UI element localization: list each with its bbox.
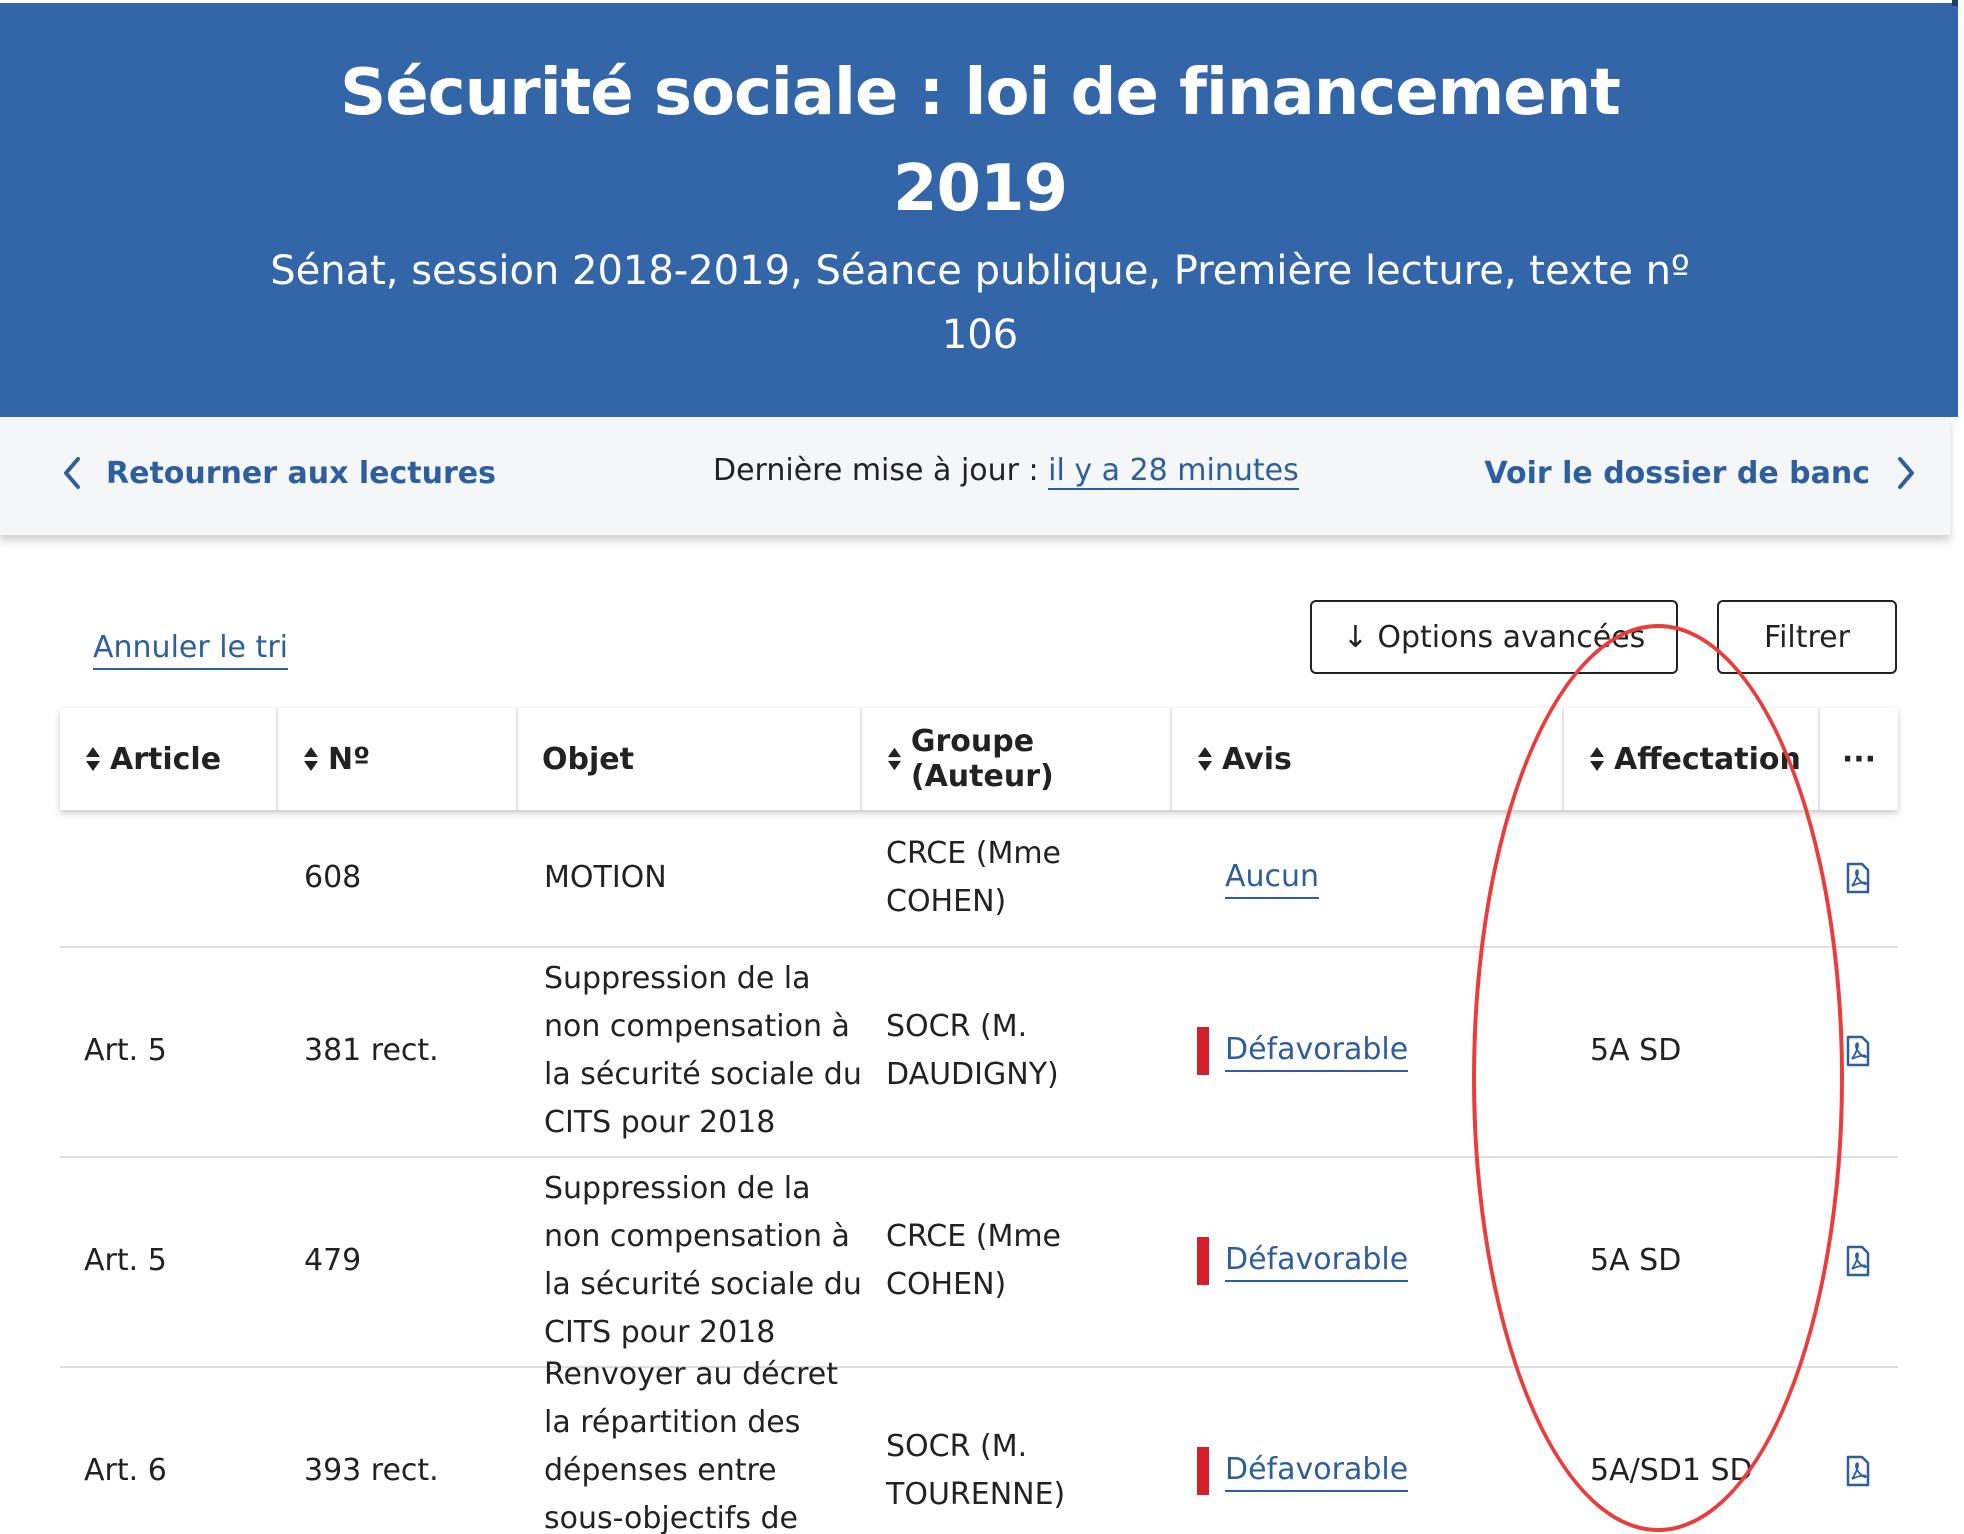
column-header-groupe[interactable]: Groupe (Auteur) [862, 708, 1172, 810]
back-to-readings-link[interactable]: Retourner aux lectures [58, 453, 496, 493]
cell-objet: Suppression de la non compensation à la … [544, 961, 862, 1140]
pdf-icon[interactable] [1845, 1035, 1871, 1067]
column-menu-button[interactable]: ··· [1820, 708, 1898, 810]
avis-link[interactable]: Défavorable [1225, 1030, 1409, 1072]
nav-bar: Retourner aux lectures Dernière mise à j… [0, 417, 1950, 535]
column-label: Avis [1222, 741, 1292, 777]
table-row: Art. 5 479 Suppression de la non compens… [60, 1156, 1898, 1368]
avis-link[interactable]: Défavorable [1225, 1240, 1409, 1282]
chevron-right-icon [1898, 457, 1914, 489]
cell-objet: Renvoyer au décret la répartition des dé… [544, 1357, 838, 1534]
cell-objet: MOTION [544, 860, 667, 895]
cell-groupe: SOCR (M. TOURENNE) [886, 1429, 1066, 1512]
cell-pdf [1845, 1156, 1885, 1366]
cell-groupe: CRCE (Mme COHEN) [886, 1219, 1062, 1302]
column-label: Objet [542, 741, 634, 777]
table-header: Article Nº Objet Groupe (Auteur) Avis Af… [60, 708, 1898, 810]
chevron-left-icon [64, 457, 80, 489]
cell-avis: Défavorable [1197, 946, 1537, 1156]
avis-marker [1197, 1447, 1209, 1495]
cell-numero: 393 rect. [304, 1453, 439, 1488]
cell-objet: Suppression de la non compensation à la … [544, 1171, 862, 1350]
cell-numero: 479 [304, 1243, 362, 1278]
cell-avis: Défavorable [1197, 1366, 1537, 1534]
page-header: Sécurité sociale : loi de financement 20… [0, 3, 1958, 417]
pdf-icon[interactable] [1845, 862, 1871, 894]
dossier-label: Voir le dossier de banc [1484, 455, 1870, 491]
avis-link[interactable]: Aucun [1225, 857, 1320, 899]
advanced-options-button[interactable]: ↓ Options avancées [1310, 600, 1678, 674]
column-header-article[interactable]: Article [60, 708, 278, 810]
corner-dot [1952, 0, 1958, 6]
last-update: Dernière mise à jour : il y a 28 minutes [713, 453, 1299, 490]
cell-article: Art. 6 [84, 1453, 167, 1488]
column-label: Nº [328, 741, 371, 777]
cell-affectation: 5A SD [1590, 1033, 1682, 1068]
table-row: Art. 5 381 rect. Suppression de la non c… [60, 946, 1898, 1158]
column-header-objet: Objet [518, 708, 862, 810]
view-dossier-link[interactable]: Voir le dossier de banc [1484, 453, 1920, 493]
table-row: Art. 6 393 rect. Renvoyer au décret la r… [60, 1357, 1898, 1534]
sort-icon [1590, 747, 1604, 771]
filter-button[interactable]: Filtrer [1717, 600, 1897, 674]
cell-article: Art. 5 [84, 1243, 167, 1278]
avis-link[interactable]: Défavorable [1225, 1450, 1409, 1492]
page: Sécurité sociale : loi de financement 20… [0, 0, 1958, 1534]
cell-pdf [1845, 810, 1885, 946]
sort-icon [1198, 747, 1212, 771]
pdf-icon[interactable] [1845, 1245, 1871, 1277]
avis-marker [1197, 1027, 1209, 1075]
cell-pdf [1845, 1366, 1885, 1534]
table-row: 608 MOTION CRCE (Mme COHEN) Aucun [60, 810, 1898, 948]
column-header-affectation[interactable]: Affectation [1564, 708, 1820, 810]
cell-avis: Aucun [1225, 810, 1545, 946]
cell-numero: 608 [304, 860, 362, 895]
column-label: Article [110, 741, 222, 777]
cell-pdf [1845, 946, 1885, 1156]
cell-affectation [1590, 810, 1810, 946]
cell-groupe: CRCE (Mme COHEN) [886, 836, 1062, 919]
last-update-link[interactable]: il y a 28 minutes [1048, 453, 1299, 490]
last-update-prefix: Dernière mise à jour : [713, 453, 1049, 488]
cell-affectation: 5A/SD1 SD [1590, 1453, 1753, 1488]
cell-article [84, 810, 274, 946]
cell-avis: Défavorable [1197, 1156, 1537, 1366]
pdf-icon[interactable] [1845, 1455, 1871, 1487]
column-label: Affectation [1614, 741, 1801, 777]
column-header-numero[interactable]: Nº [278, 708, 518, 810]
back-label: Retourner aux lectures [106, 455, 496, 491]
cell-numero: 381 rect. [304, 1033, 439, 1068]
sort-icon [304, 747, 318, 771]
column-header-avis[interactable]: Avis [1172, 708, 1564, 810]
avis-marker [1197, 1237, 1209, 1285]
cancel-sort-link[interactable]: Annuler le tri [93, 628, 288, 670]
page-subtitle: Sénat, session 2018-2019, Séance publiqu… [270, 248, 1690, 358]
sort-icon [86, 747, 100, 771]
cell-affectation: 5A SD [1590, 1243, 1682, 1278]
page-title: Sécurité sociale : loi de financement 20… [340, 56, 1621, 226]
cell-article: Art. 5 [84, 1033, 167, 1068]
column-label: Groupe (Auteur) [910, 724, 1054, 794]
cell-groupe: SOCR (M. DAUDIGNY) [886, 1009, 1059, 1092]
sort-icon [887, 747, 901, 771]
